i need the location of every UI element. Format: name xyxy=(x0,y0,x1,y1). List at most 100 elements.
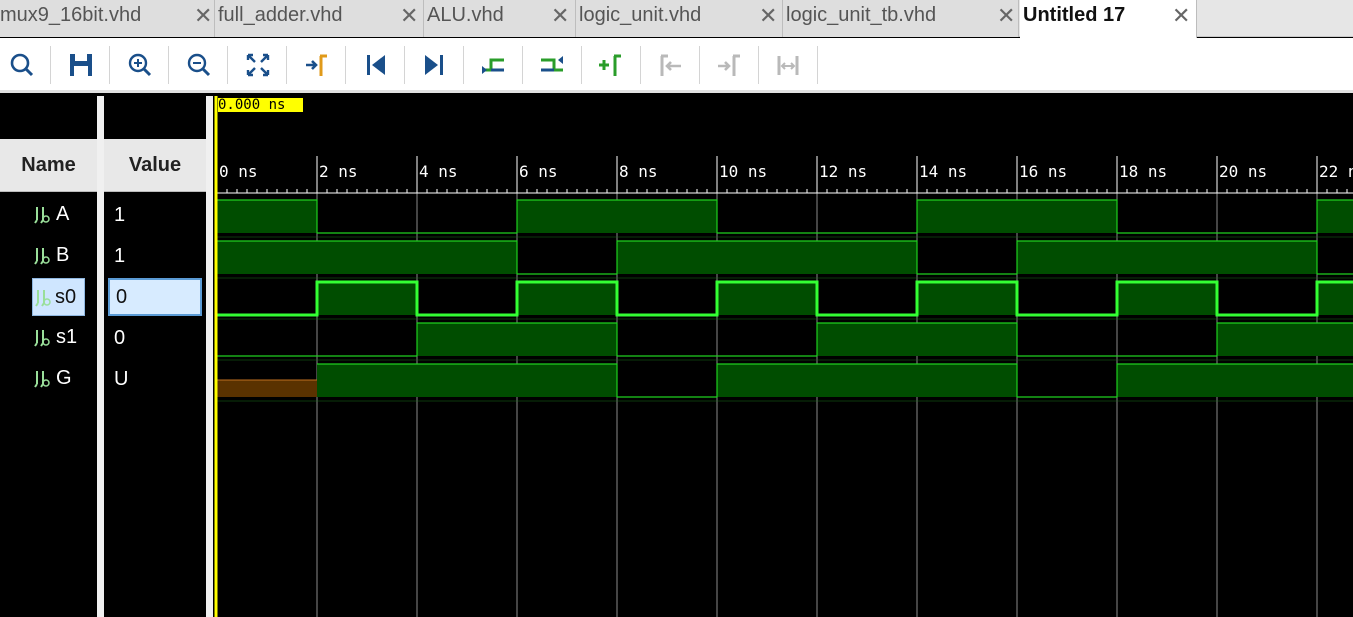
add-marker-button[interactable] xyxy=(596,50,626,80)
signal-value-s1[interactable]: 0 xyxy=(104,319,206,357)
swap-cursors-button[interactable] xyxy=(773,50,803,80)
close-icon[interactable]: ✕ xyxy=(759,3,777,29)
wave-B-high-segment xyxy=(417,241,517,274)
wave-G-high-segment xyxy=(517,364,617,397)
zoom-out-button[interactable] xyxy=(184,50,214,80)
go-to-end-icon xyxy=(425,55,443,75)
signal-value-G[interactable]: U xyxy=(104,360,206,398)
go-to-cursor-icon xyxy=(306,54,327,76)
previous-transition-button[interactable] xyxy=(478,50,508,80)
signal-value-s0[interactable]: 0 xyxy=(108,278,202,316)
close-icon[interactable]: ✕ xyxy=(400,3,418,29)
wave-B-high-segment xyxy=(317,241,417,274)
toolbar-separator xyxy=(227,46,228,84)
time-tick-label: 20 ns xyxy=(1219,162,1267,181)
add-marker-icon xyxy=(599,54,621,76)
close-icon[interactable]: ✕ xyxy=(551,3,569,29)
zoom-fit-button[interactable] xyxy=(243,50,273,80)
close-icon[interactable]: ✕ xyxy=(194,3,212,29)
tab-5[interactable]: logic_unit_tb.vhd ✕ xyxy=(783,0,1019,37)
value-column-header[interactable]: Value xyxy=(104,139,206,192)
tab-6[interactable]: Untitled 17 ✕ xyxy=(1020,0,1197,38)
wave-B-high-segment xyxy=(1217,241,1317,274)
previous-transition-icon xyxy=(482,58,504,74)
go-to-start-icon xyxy=(367,55,385,75)
tab-2[interactable]: full_adder.vhd ✕ xyxy=(215,0,424,37)
previous-marker-button[interactable] xyxy=(655,50,685,80)
signal-row-B[interactable]: B xyxy=(0,237,97,275)
search-button[interactable] xyxy=(7,50,37,80)
column-divider[interactable] xyxy=(206,96,213,617)
save-icon xyxy=(70,54,92,76)
time-tick-label: 8 ns xyxy=(619,162,658,181)
signal-value-B[interactable]: 1 xyxy=(104,237,206,275)
close-icon[interactable]: ✕ xyxy=(997,3,1015,29)
wave-B-high-segment xyxy=(1017,241,1117,274)
waveform-canvas[interactable]: 0 ns 2 ns 4 ns 6 ns 8 ns 10 ns 12 ns 14 ns 16 ns… xyxy=(213,96,1353,617)
signal-row-s0[interactable]: s0 xyxy=(32,278,85,316)
tab-3[interactable]: ALU.vhd ✕ xyxy=(424,0,576,37)
time-tick-label: 12 ns xyxy=(819,162,867,181)
time-tick-label: 16 ns xyxy=(1019,162,1067,181)
next-transition-button[interactable] xyxy=(537,50,567,80)
toolbar xyxy=(0,38,1353,93)
wave-s1-high-segment xyxy=(817,323,917,356)
wave-B-high-segment xyxy=(717,241,817,274)
next-marker-button[interactable] xyxy=(714,50,744,80)
signal-name: B xyxy=(56,244,70,266)
signal-icon xyxy=(35,288,51,308)
zoom-in-icon xyxy=(128,53,152,77)
signal-value-A[interactable]: 1 xyxy=(104,196,206,234)
search-icon xyxy=(10,53,34,77)
toolbar-separator xyxy=(522,46,523,84)
wave-G-undefined-segment xyxy=(217,380,317,397)
go-to-cursor-button[interactable] xyxy=(302,50,332,80)
tab-label: Untitled 17 xyxy=(1023,4,1126,26)
wave-A-high-segment xyxy=(617,200,717,233)
name-column-header[interactable]: Name xyxy=(0,139,97,192)
wave-s1-high-segment xyxy=(1317,323,1353,356)
tab-1[interactable]: mux9_16bit.vhd ✕ xyxy=(0,0,215,37)
wave-B-high-segment xyxy=(217,241,317,274)
wave-s0-high-segment xyxy=(717,282,817,315)
next-transition-icon xyxy=(541,56,563,72)
tab-label: logic_unit_tb.vhd xyxy=(786,4,937,26)
zoom-in-button[interactable] xyxy=(125,50,155,80)
column-divider[interactable] xyxy=(97,96,104,617)
wave-s0-high-segment xyxy=(917,282,1017,315)
signal-icon xyxy=(34,246,50,266)
previous-marker-icon xyxy=(660,54,681,76)
waveform-area[interactable]: 0 ns 2 ns 4 ns 6 ns 8 ns 10 ns 12 ns 14 ns 16 ns… xyxy=(213,96,1353,617)
close-icon[interactable]: ✕ xyxy=(1172,3,1190,29)
wave-G-high-segment xyxy=(1317,364,1353,397)
signal-row-s1[interactable]: s1 xyxy=(0,319,97,357)
wave-B-high-segment xyxy=(617,241,717,274)
tab-label: ALU.vhd xyxy=(427,4,504,26)
time-tick-label: 10 ns xyxy=(719,162,767,181)
wave-s1-high-segment xyxy=(1217,323,1317,356)
signal-icon xyxy=(34,205,50,225)
signal-row-G[interactable]: G xyxy=(0,360,97,398)
toolbar-separator xyxy=(404,46,405,84)
wave-s0-high-segment xyxy=(317,282,417,315)
go-to-start-button[interactable] xyxy=(361,50,391,80)
wave-s0-high-segment xyxy=(517,282,617,315)
wave-B-high-segment xyxy=(1117,241,1217,274)
wave-G-high-segment xyxy=(1117,364,1217,397)
next-marker-icon xyxy=(718,54,740,76)
signal-icon xyxy=(34,369,50,389)
wave-s1-high-segment xyxy=(517,323,617,356)
wave-G-high-segment xyxy=(1217,364,1317,397)
zoom-fit-icon xyxy=(246,53,270,77)
swap-cursors-icon xyxy=(777,56,799,75)
toolbar-separator xyxy=(345,46,346,84)
go-to-end-button[interactable] xyxy=(419,50,449,80)
wave-A-high-segment xyxy=(1017,200,1117,233)
signal-icon xyxy=(34,328,50,348)
time-tick-label: 6 ns xyxy=(519,162,558,181)
save-button[interactable] xyxy=(66,50,96,80)
wave-G-high-segment xyxy=(817,364,917,397)
time-tick-label: 22 ns xyxy=(1319,162,1353,181)
signal-row-A[interactable]: A xyxy=(0,196,97,234)
tab-4[interactable]: logic_unit.vhd ✕ xyxy=(576,0,783,37)
